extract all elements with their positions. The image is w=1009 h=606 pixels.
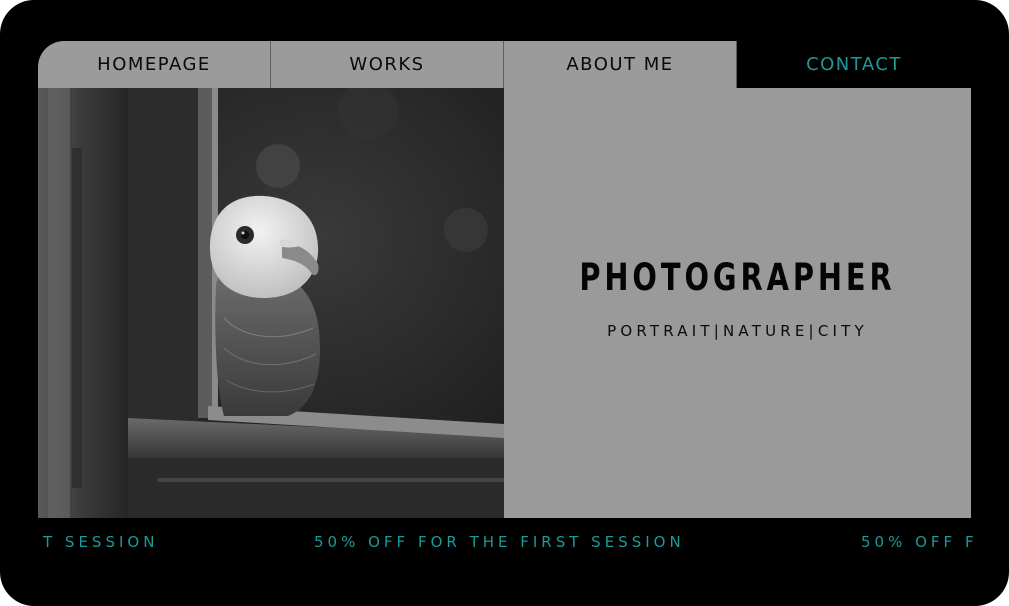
hero-section: PHOTOGRAPHER PORTRAIT|NATURE|CITY	[38, 88, 971, 518]
main-nav: HOMEPAGE WORKS ABOUT ME CONTACT	[38, 41, 971, 88]
promo-ticker: T SESSION 50% OFF FOR THE FIRST SESSION …	[0, 533, 1009, 555]
nav-tab-works[interactable]: WORKS	[271, 41, 504, 88]
hero-photo	[38, 88, 504, 518]
hero-title: PHOTOGRAPHER	[579, 256, 896, 299]
nav-tab-about-me[interactable]: ABOUT ME	[504, 41, 737, 88]
page-frame: HOMEPAGE WORKS ABOUT ME CONTACT PHOTOGRA…	[0, 0, 1009, 606]
pigeon-photo-illustration	[38, 88, 504, 518]
hero-subtitle: PORTRAIT|NATURE|CITY	[607, 322, 868, 340]
ticker-message: 50% OFF FOR THE FIRST SESSION	[314, 533, 685, 551]
hero-text-panel: PHOTOGRAPHER PORTRAIT|NATURE|CITY	[504, 88, 971, 518]
nav-tab-contact[interactable]: CONTACT	[737, 41, 971, 88]
nav-tab-homepage[interactable]: HOMEPAGE	[38, 41, 271, 88]
ticker-right-fragment: 50% OFF F	[861, 533, 978, 551]
ticker-left-fragment: T SESSION	[43, 533, 159, 551]
